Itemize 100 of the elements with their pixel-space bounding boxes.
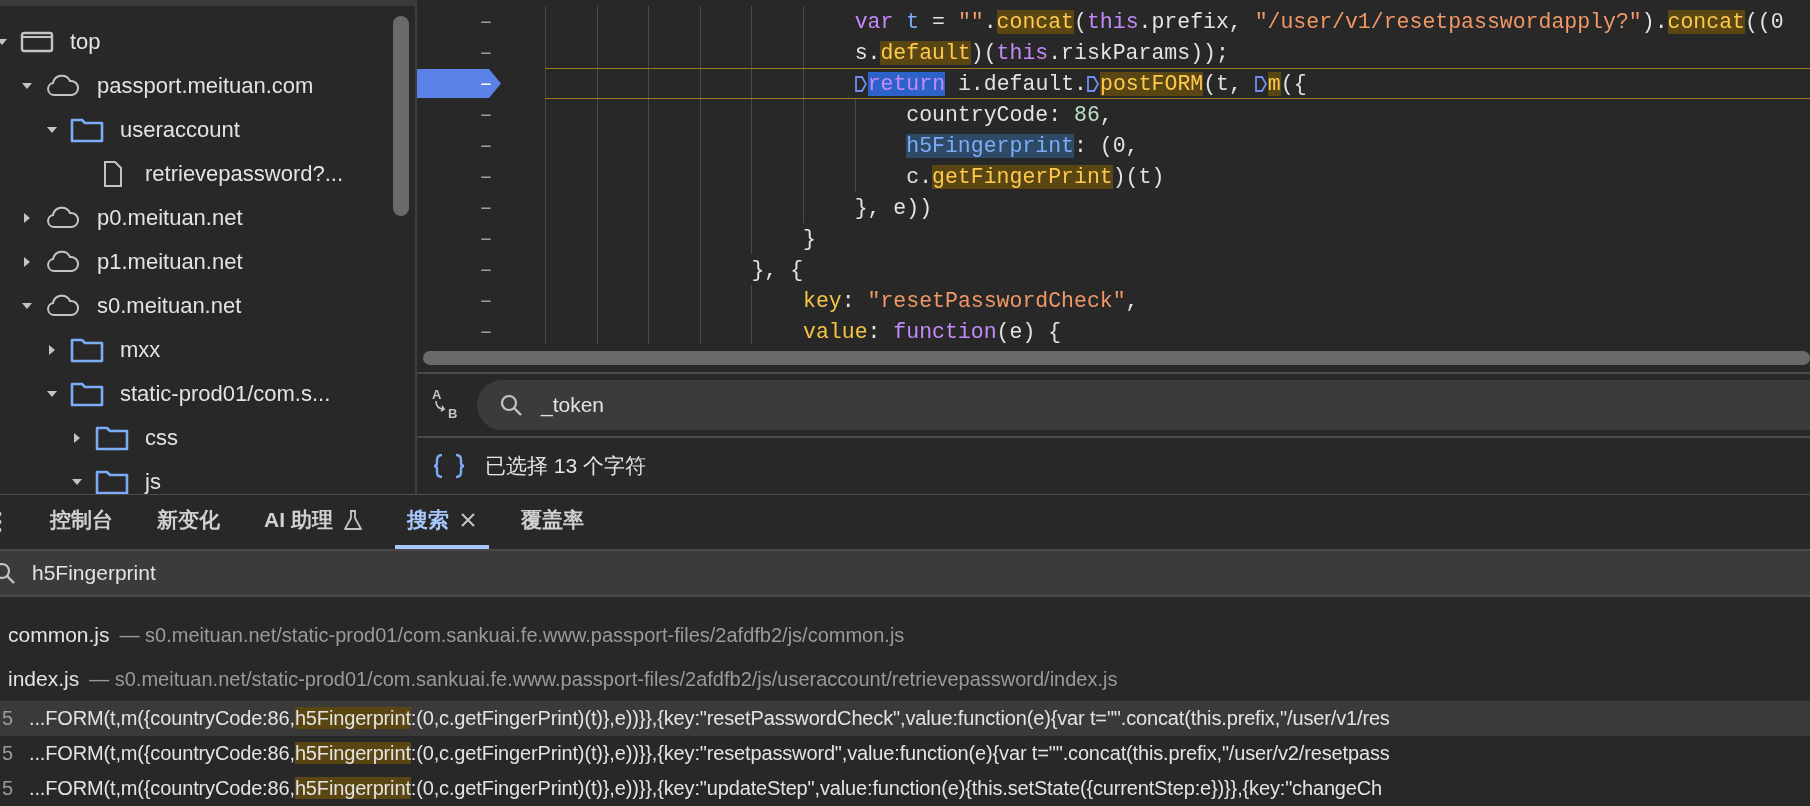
line-number: – (478, 226, 493, 251)
braces-icon[interactable] (431, 452, 467, 480)
file-name[interactable]: index.js (8, 667, 80, 691)
tree-item[interactable]: mxx (120, 337, 161, 363)
code-text: : (867, 319, 882, 344)
line-number: – (478, 319, 493, 344)
tree-item[interactable]: js (145, 469, 161, 494)
line-number: – (478, 257, 493, 282)
tree-item[interactable]: retrievepassword?... (145, 161, 344, 187)
search-result-row[interactable]: 5 ...FORM(t,m({countryCode:86,h5Fingerprint:(0,c.getFingerPrint)(t)},e))}},{key:"updateStep",value:function(e){this.setState({currentStep:e})}},{key:"changeCh (0, 771, 1810, 806)
code-number: 86 (1074, 102, 1100, 127)
inline-breakpoint-icon[interactable] (854, 74, 867, 93)
tree-item[interactable]: top (70, 29, 101, 55)
highlighted-code: concat (996, 9, 1074, 34)
code-text: : (841, 288, 856, 313)
line-number: – (478, 133, 493, 158)
code-text: = (931, 9, 946, 34)
code-text: }, e)) (854, 195, 933, 220)
search-field[interactable]: h5Fingerprint (0, 551, 1810, 597)
code-text: c. (906, 164, 933, 189)
highlighted-keyword: return (867, 71, 946, 96)
code-text: (t, (1203, 71, 1243, 96)
scrollbar-thumb[interactable] (423, 351, 1810, 365)
cloud-icon (45, 206, 81, 230)
code-text: i.default. (956, 71, 1087, 96)
highlighted-code: m (1267, 71, 1281, 96)
code-keyword: this (1086, 9, 1139, 34)
line-number: – (478, 40, 493, 65)
panel-tab[interactable]: 新变化 (145, 495, 232, 549)
inline-breakpoint-icon[interactable] (1087, 74, 1099, 93)
code-text: , (1125, 288, 1139, 313)
tree-item[interactable]: css (145, 425, 178, 451)
cloud-icon (45, 250, 81, 274)
code-text: } (803, 226, 816, 251)
highlighted-code: default (880, 40, 971, 65)
folder-icon (70, 337, 104, 363)
tree-item[interactable]: p0.meituan.net (97, 205, 243, 231)
frame-icon (20, 30, 54, 54)
code-text: countryCode: (906, 102, 1063, 127)
code-text: (e) { (996, 319, 1062, 344)
cloud-icon (45, 294, 81, 318)
cloud-icon (45, 74, 81, 98)
tree-item[interactable]: passport.meituan.com (97, 73, 314, 99)
code-text: .riskParams)); (1048, 40, 1229, 65)
code-text: , (1099, 102, 1113, 127)
line-number: 5 (1, 742, 15, 765)
code-keyword: this (996, 40, 1049, 65)
code-text: . (983, 9, 997, 34)
panel-tab[interactable]: 控制台 (38, 495, 125, 549)
code-text: ({ (1280, 71, 1307, 96)
close-icon[interactable] (458, 511, 477, 529)
tree-item[interactable]: static-prod01/com.s... (120, 381, 331, 407)
code-text: ). (1641, 9, 1668, 34)
tree-item[interactable]: p1.meituan.net (97, 249, 243, 275)
result-text: ...FORM(t,m({countryCode:86,h5Fingerprint:(0,c.getFingerPrint)(t)},e))}},{key:"resetpassword",value:function(e){var t="".concat(this.prefix,"/user/v2/resetpass (29, 742, 1390, 765)
flask-icon (342, 509, 363, 531)
selected-code: h5Fingerprint (906, 133, 1074, 158)
folder-icon (70, 117, 104, 143)
code-text: s. (854, 40, 881, 65)
code-keyword: var (854, 9, 895, 34)
search-result-row[interactable]: 5 ...FORM(t,m({countryCode:86,h5Fingerprint:(0,c.getFingerPrint)(t)},e))}},{key:"resetpassword",value:function(e){var t="".concat(this.prefix,"/user/v2/resetpass (0, 736, 1810, 771)
code-string: "" (957, 9, 984, 34)
result-text: ...FORM(t,m({countryCode:86,h5Fingerprint:(0,c.getFingerPrint)(t)},e))}},{key:"updateStep",value:function(e){this.setState({currentStep:e})}},{key:"changeCh (29, 777, 1383, 800)
panel-tab[interactable]: AI 助理 (252, 495, 375, 549)
highlighted-code: postFORM (1100, 71, 1204, 96)
breakpoint-marker[interactable] (417, 69, 501, 98)
result-text: ...FORM(t,m({countryCode:86,h5Fingerprint:(0,c.getFingerPrint)(t)},e))}},{key:"resetPasswordCheck",value:function(e){var t="".concat(this.prefix,"/user/v1/res (29, 707, 1390, 730)
line-number: – (478, 71, 493, 96)
highlighted-code: concat (1667, 9, 1745, 34)
file-path: — s0.meituan.net/static-prod01/com.sankuai.fe.www.passport-files/2afdfb2/js/useraccount/retrievepassword/index.js (89, 667, 1118, 691)
code-text: ((0 (1744, 9, 1784, 34)
search-field[interactable]: _token (477, 380, 1810, 430)
arrow-icon (434, 400, 446, 412)
line-number: – (478, 288, 493, 313)
code-text: : (0, (1074, 133, 1139, 158)
code-keyword: function (893, 319, 997, 344)
replace-toggle[interactable]: A B (429, 385, 465, 425)
file-name[interactable]: common.js (8, 623, 110, 647)
inline-breakpoint-icon[interactable] (1254, 74, 1267, 93)
code-property: value (803, 319, 868, 344)
code-text: ( (1074, 9, 1087, 34)
line-number: – (478, 164, 493, 189)
highlighted-code: getFingerPrint (932, 164, 1113, 189)
folder-icon (70, 381, 104, 407)
panel-tab[interactable]: 覆盖率 (508, 495, 596, 549)
file-path: — s0.meituan.net/static-prod01/com.sankuai.fe.www.passport-files/2afdfb2/js/common.js (119, 623, 905, 647)
line-number: 5 (1, 777, 15, 800)
line-number: – (478, 195, 493, 220)
line-number: – (478, 9, 493, 34)
search-result-row[interactable]: 5 ...FORM(t,m({countryCode:86,h5Fingerprint:(0,c.getFingerPrint)(t)},e))}},{key:"resetPasswordCheck",value:function(e){var t="".concat(this.prefix,"/user/v1/res (0, 701, 1810, 736)
code-text: }, { (751, 257, 804, 282)
folder-icon (95, 469, 129, 494)
code-text: )(t) (1112, 164, 1165, 189)
scrollbar-thumb[interactable] (393, 16, 409, 216)
code-text: )( (970, 40, 997, 65)
code-string: "resetPasswordCheck" (867, 288, 1126, 313)
code-property: key (803, 288, 842, 313)
folder-icon (95, 425, 129, 451)
tree-item[interactable]: s0.meituan.net (97, 293, 242, 319)
tree-item[interactable]: useraccount (120, 117, 240, 143)
